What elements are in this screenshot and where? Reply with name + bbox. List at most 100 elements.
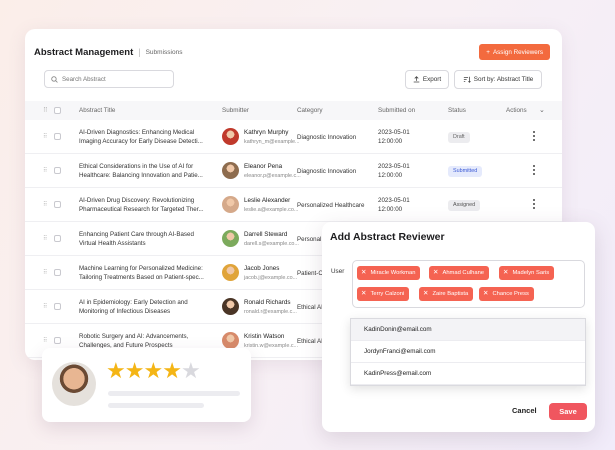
table-header: ⠿ Abstract Title Submitter Category Subm… bbox=[25, 101, 562, 120]
star-filled-icon[interactable]: ★ bbox=[143, 358, 163, 383]
user-chip[interactable]: ✕ Ahmad Culhane bbox=[429, 266, 490, 280]
review-card: ★★★★★ bbox=[42, 348, 251, 422]
sort-label: Sort by: Abstract Title bbox=[473, 76, 534, 83]
export-button[interactable]: Export bbox=[405, 70, 449, 89]
abstract-title[interactable]: AI-Driven Drug Discovery: Revolutionizin… bbox=[79, 197, 212, 214]
abstract-title[interactable]: AI-Driven Diagnostics: Enhancing Medical… bbox=[79, 129, 212, 146]
user-chip[interactable]: ✕ Chance Press bbox=[479, 287, 534, 301]
submitter-name: Leslie Alexander bbox=[244, 197, 291, 204]
row-checkbox[interactable] bbox=[54, 133, 61, 140]
table-row[interactable]: ⠿ Ethical Considerations in the Use of AI… bbox=[25, 154, 562, 188]
user-chip-label: Miracle Workman bbox=[370, 270, 416, 276]
user-chip[interactable]: ✕ Zaire Baptista bbox=[419, 287, 474, 301]
star-empty-icon[interactable]: ★ bbox=[181, 358, 201, 383]
column-header-submitted-on[interactable]: Submitted on bbox=[378, 107, 415, 114]
sort-button[interactable]: Sort by: Abstract Title bbox=[454, 70, 542, 89]
avatar bbox=[222, 230, 239, 247]
row-checkbox[interactable] bbox=[54, 167, 61, 174]
column-header-category[interactable]: Category bbox=[297, 107, 323, 114]
select-all-checkbox[interactable] bbox=[54, 107, 61, 114]
drag-handle-icon[interactable]: ⠿ bbox=[43, 338, 49, 344]
search-box[interactable] bbox=[44, 70, 174, 88]
avatar bbox=[222, 332, 239, 349]
submitter-name: Kristin Watson bbox=[244, 333, 285, 340]
plus-icon: + bbox=[486, 48, 490, 56]
review-text-placeholder bbox=[108, 403, 204, 408]
table-row[interactable]: ⠿ AI-Driven Drug Discovery: Revolutionizi… bbox=[25, 188, 562, 222]
row-checkbox[interactable] bbox=[54, 235, 61, 242]
column-header-actions[interactable]: Actions bbox=[506, 107, 527, 114]
user-chip-label: Ahmad Culhane bbox=[442, 270, 485, 276]
search-input[interactable] bbox=[62, 75, 162, 83]
more-actions-icon[interactable] bbox=[533, 131, 537, 143]
avatar bbox=[222, 162, 239, 179]
abstract-title[interactable]: Machine Learning for Personalized Medici… bbox=[79, 265, 212, 282]
submitted-on: 2023-05-01 12:00:00 bbox=[378, 197, 410, 213]
user-chip[interactable]: ✕ Madelyn Saris bbox=[499, 266, 555, 280]
chevron-down-icon[interactable]: ⌄ bbox=[539, 106, 545, 114]
table-row[interactable]: ⠿ AI-Driven Diagnostics: Enhancing Medica… bbox=[25, 120, 562, 154]
submitter-name: Kathryn Murphy bbox=[244, 129, 289, 136]
drag-handle-icon[interactable]: ⠿ bbox=[43, 202, 49, 208]
submitter-email: leslie.a@example.co... bbox=[244, 207, 299, 213]
cancel-button[interactable]: Cancel bbox=[512, 406, 537, 415]
submitter-name: Eleanor Pena bbox=[244, 163, 283, 170]
drag-handle-icon[interactable]: ⠿ bbox=[43, 236, 49, 242]
submitted-on: 2023-05-01 12:00:00 bbox=[378, 163, 410, 179]
page-title: Abstract Management bbox=[34, 46, 134, 58]
category: Personal bbox=[297, 236, 322, 243]
drag-handle-icon[interactable]: ⠿ bbox=[43, 168, 49, 174]
row-checkbox[interactable] bbox=[54, 303, 61, 310]
user-chip-label: Zaire Baptista bbox=[432, 291, 469, 297]
breadcrumb: Submissions bbox=[145, 48, 183, 56]
category: Ethical AI bbox=[297, 304, 323, 311]
close-icon[interactable]: ✕ bbox=[361, 290, 366, 297]
star-rating: ★★★★★ bbox=[106, 358, 201, 383]
save-button[interactable]: Save bbox=[549, 403, 587, 420]
assign-reviewers-button[interactable]: + Assign Reviewers bbox=[479, 44, 550, 60]
row-checkbox[interactable] bbox=[54, 269, 61, 276]
category: Personalized Healthcare bbox=[297, 202, 365, 209]
user-option[interactable]: KadinDonin@email.com bbox=[351, 319, 585, 341]
drag-handle-icon[interactable]: ⠿ bbox=[43, 304, 49, 310]
close-icon[interactable]: ✕ bbox=[433, 269, 438, 276]
close-icon[interactable]: ✕ bbox=[483, 290, 488, 297]
drag-handle-icon[interactable]: ⠿ bbox=[43, 134, 49, 140]
user-option[interactable]: KadinPress@email.com bbox=[351, 363, 585, 385]
abstract-title[interactable]: Enhancing Patient Care through AI-Based V… bbox=[79, 231, 212, 248]
close-icon[interactable]: ✕ bbox=[423, 290, 428, 297]
drag-handle-icon[interactable]: ⠿ bbox=[43, 270, 49, 276]
user-chip-label: Chance Press bbox=[492, 291, 529, 297]
user-chip[interactable]: ✕ Terry Calzoni bbox=[357, 287, 410, 301]
panel-header: Abstract Management | Submissions + Assi… bbox=[34, 41, 550, 63]
star-filled-icon[interactable]: ★ bbox=[125, 358, 145, 383]
row-checkbox[interactable] bbox=[54, 337, 61, 344]
star-filled-icon[interactable]: ★ bbox=[162, 358, 182, 383]
user-chip-input[interactable]: ✕ Miracle Workman ✕ Ahmad Culhane ✕ Madelyn S… bbox=[352, 260, 585, 308]
category: Diagnostic Innovation bbox=[297, 168, 357, 175]
status-badge: Draft bbox=[448, 132, 470, 143]
avatar bbox=[222, 298, 239, 315]
review-text-placeholder bbox=[108, 391, 240, 396]
search-icon bbox=[51, 75, 58, 83]
user-chip[interactable]: ✕ Miracle Workman bbox=[357, 266, 421, 280]
category: Ethical AI bbox=[297, 338, 323, 345]
submitter-email: darell.s@example.co... bbox=[244, 241, 299, 247]
add-reviewer-dialog: Add Abstract Reviewer User ✕ Miracle Work… bbox=[322, 222, 595, 432]
category: Diagnostic Innovation bbox=[297, 134, 357, 141]
user-option[interactable]: JordynFranci@email.com bbox=[351, 341, 585, 363]
column-header-status[interactable]: Status bbox=[448, 107, 466, 114]
star-filled-icon[interactable]: ★ bbox=[106, 358, 126, 383]
submitter-email: eleanor.p@example.c... bbox=[244, 173, 301, 179]
abstract-title[interactable]: Ethical Considerations in the Use of AI … bbox=[79, 163, 212, 180]
row-checkbox[interactable] bbox=[54, 201, 61, 208]
close-icon[interactable]: ✕ bbox=[503, 269, 508, 276]
export-icon bbox=[413, 76, 420, 83]
more-actions-icon[interactable] bbox=[533, 199, 537, 211]
close-icon[interactable]: ✕ bbox=[361, 269, 366, 276]
submitter-email: kristin.w@example.c... bbox=[244, 343, 299, 349]
column-header-submitter[interactable]: Submitter bbox=[222, 107, 249, 114]
column-header-title[interactable]: Abstract Title bbox=[79, 107, 115, 114]
more-actions-icon[interactable] bbox=[533, 165, 537, 177]
abstract-title[interactable]: AI in Epidemiology: Early Detection and M… bbox=[79, 299, 212, 316]
